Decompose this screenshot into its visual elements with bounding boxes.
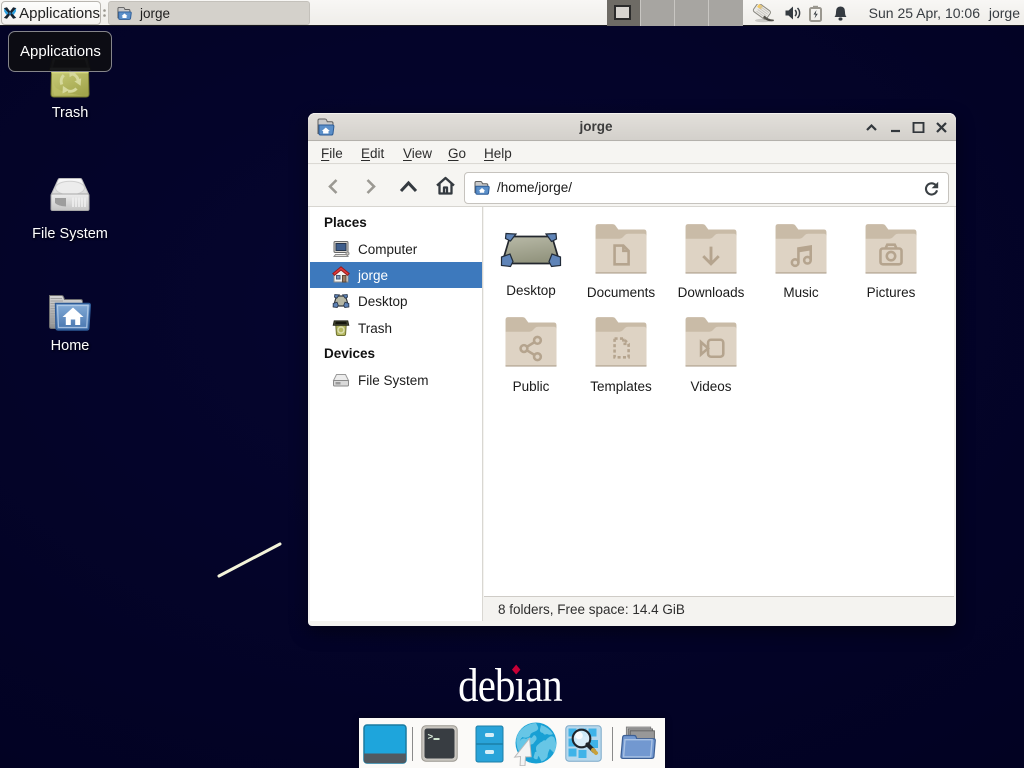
svg-text:>: > (428, 732, 434, 743)
